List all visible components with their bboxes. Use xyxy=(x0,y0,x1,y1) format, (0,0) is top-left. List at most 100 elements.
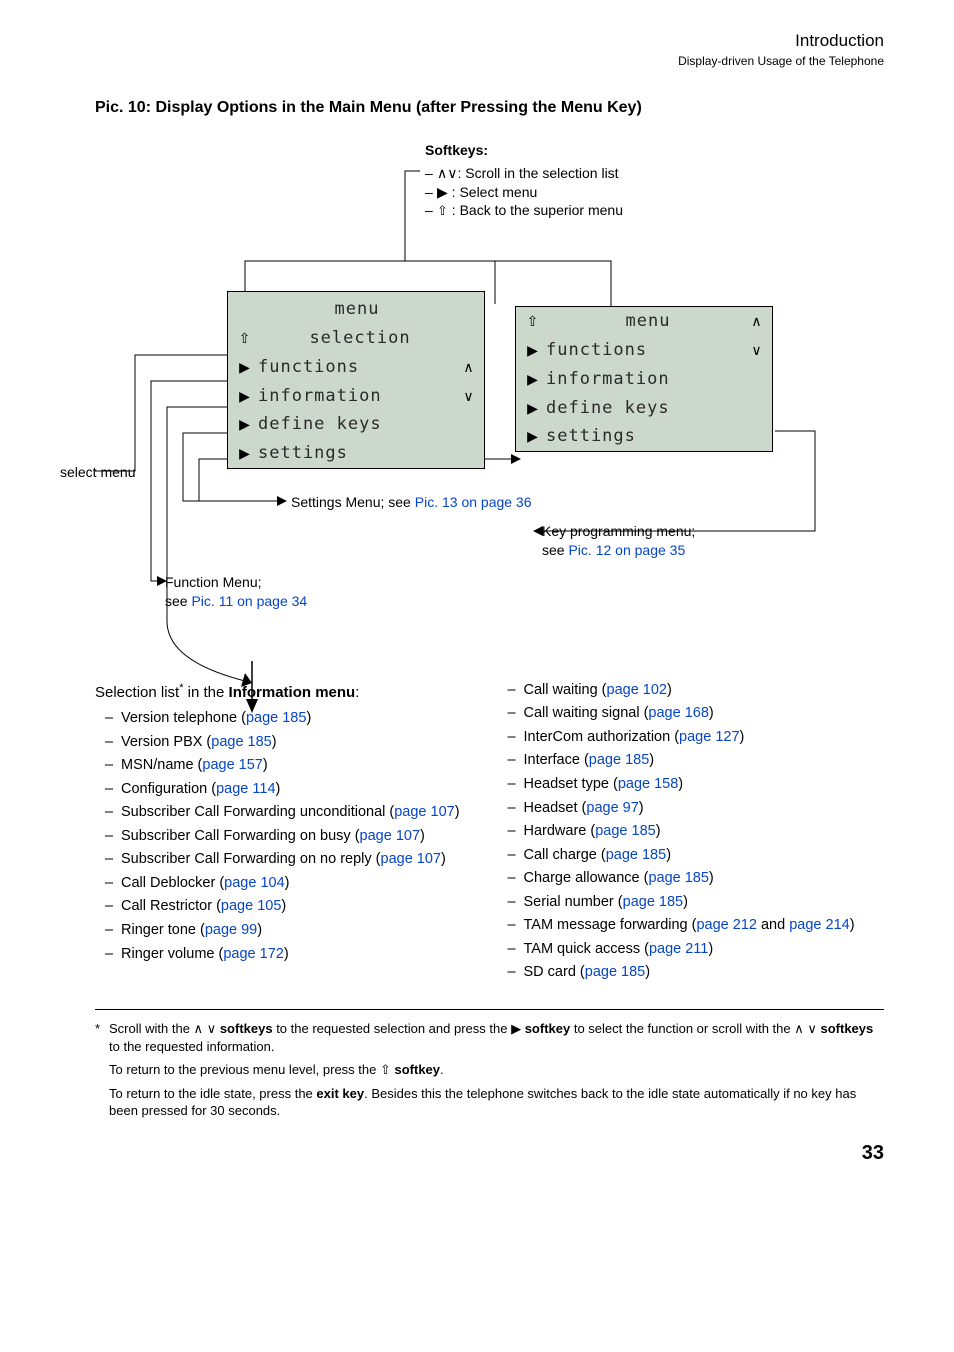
triangle-right-icon: ▶ xyxy=(238,444,252,463)
xref-link[interactable]: Pic. 12 on page 35 xyxy=(568,542,685,558)
xref-link[interactable]: page 185 xyxy=(595,823,655,839)
item-text: Ringer volume ( xyxy=(121,946,223,962)
list-item: Call waiting signal (page 168) xyxy=(498,704,885,724)
item-text: Call waiting signal ( xyxy=(524,705,649,721)
xref-link[interactable]: page 102 xyxy=(607,682,667,698)
xref-link[interactable]: page 212 xyxy=(696,917,756,933)
triangle-right-icon: ▶ xyxy=(511,1021,521,1036)
list-item: Headset type (page 158) xyxy=(498,775,885,795)
item-text: Subscriber Call Forwarding on no reply ( xyxy=(121,851,381,867)
list-item: Configuration (page 114) xyxy=(95,780,482,800)
item-text: ) xyxy=(455,804,460,820)
ft: to select the function or scroll with th… xyxy=(570,1021,794,1036)
xref-link[interactable]: page 157 xyxy=(202,757,262,773)
screen-row: ▶information xyxy=(516,365,772,394)
screen-subheader-row: ⇧ selection xyxy=(228,324,484,353)
list-item: Subscriber Call Forwarding unconditional… xyxy=(95,803,482,823)
item-text: ) xyxy=(276,781,281,797)
list-item: TAM message forwarding (page 212 and pag… xyxy=(498,916,885,936)
item-text: ) xyxy=(740,729,745,745)
row-text: settings xyxy=(252,442,462,465)
xref-link[interactable]: page 105 xyxy=(221,898,281,914)
item-text: Serial number ( xyxy=(524,894,623,910)
ft-bold: softkeys xyxy=(817,1021,873,1036)
xref-link[interactable]: page 185 xyxy=(589,752,649,768)
xref-link[interactable]: page 211 xyxy=(649,941,708,957)
home-icon: ⇧ xyxy=(526,312,540,331)
screen-row: ▶functions∨ xyxy=(516,336,772,365)
function-menu-note: Function Menu; see Pic. 11 on page 34 xyxy=(165,573,307,611)
item-text: Ringer tone ( xyxy=(121,922,205,938)
screen-row: ▶define keys xyxy=(516,394,772,423)
list-item: Hardware (page 185) xyxy=(498,822,885,842)
xref-link[interactable]: page 185 xyxy=(623,894,683,910)
item-text: ) xyxy=(645,964,650,980)
item-text: Subscriber Call Forwarding on busy ( xyxy=(121,828,360,844)
chevron-down-icon: ∨ xyxy=(207,1021,217,1036)
item-text: Version telephone ( xyxy=(121,710,246,726)
triangle-right-icon: ▶ xyxy=(526,370,540,389)
item-text: TAM quick access ( xyxy=(524,941,649,957)
item-text: and xyxy=(757,917,789,933)
note-text: Settings Menu; see xyxy=(291,494,415,510)
info-col-left: Selection list* in the Information menu:… xyxy=(95,681,482,987)
home-icon: ⇧ xyxy=(380,1062,391,1077)
xref-link[interactable]: page 107 xyxy=(381,851,441,867)
ft: To return to the idle state, press the xyxy=(109,1086,316,1101)
chevron-up-icon: ∧ xyxy=(462,358,476,377)
xref-link[interactable]: page 114 xyxy=(216,781,275,797)
item-text: Call Restrictor ( xyxy=(121,898,221,914)
ft-bold: softkey xyxy=(391,1062,440,1077)
xref-link[interactable]: page 185 xyxy=(606,847,666,863)
list-item: Subscriber Call Forwarding on no reply (… xyxy=(95,850,482,870)
item-text: Subscriber Call Forwarding unconditional… xyxy=(121,804,394,820)
ft: . xyxy=(440,1062,444,1077)
item-text: MSN/name ( xyxy=(121,757,202,773)
xref-link[interactable]: page 158 xyxy=(618,776,678,792)
xref-link[interactable]: page 107 xyxy=(394,804,454,820)
xref-link[interactable]: page 127 xyxy=(679,729,739,745)
xref-link[interactable]: page 172 xyxy=(223,946,283,962)
footnote-star: * xyxy=(95,1020,109,1055)
info-list-left: Version telephone (page 185)Version PBX … xyxy=(95,709,482,964)
list-item: Version PBX (page 185) xyxy=(95,733,482,753)
xref-link[interactable]: page 185 xyxy=(246,710,306,726)
xref-link[interactable]: page 185 xyxy=(648,870,708,886)
list-item: Charge allowance (page 185) xyxy=(498,869,885,889)
item-text: ) xyxy=(649,752,654,768)
item-text: ) xyxy=(281,898,286,914)
screen-row: ▶settings xyxy=(228,439,484,468)
page-number: 33 xyxy=(95,1140,884,1167)
item-text: ) xyxy=(656,823,661,839)
xref-link[interactable]: page 99 xyxy=(205,922,257,938)
xref-link[interactable]: page 168 xyxy=(648,705,708,721)
chevron-down-icon: ∨ xyxy=(750,341,764,360)
xref-link[interactable]: page 185 xyxy=(211,734,271,750)
item-text: ) xyxy=(285,875,290,891)
list-item: Interface (page 185) xyxy=(498,751,885,771)
xref-link[interactable]: page 97 xyxy=(586,800,638,816)
xref-link[interactable]: page 185 xyxy=(585,964,645,980)
item-text: Call charge ( xyxy=(524,847,606,863)
item-text: Headset ( xyxy=(524,800,587,816)
xref-link[interactable]: page 214 xyxy=(789,917,849,933)
item-text: ) xyxy=(708,941,713,957)
list-item: Version telephone (page 185) xyxy=(95,709,482,729)
xref-link[interactable]: Pic. 13 on page 36 xyxy=(415,494,532,510)
item-text: ) xyxy=(683,894,688,910)
item-text: InterCom authorization ( xyxy=(524,729,680,745)
item-text: ) xyxy=(441,851,446,867)
footnote-section: * Scroll with the ∧ ∨ softkeys to the re… xyxy=(95,1009,884,1120)
xref-link[interactable]: page 107 xyxy=(360,828,420,844)
item-text: Version PBX ( xyxy=(121,734,211,750)
item-text: Call Deblocker ( xyxy=(121,875,224,891)
screen-row: ▶functions∧ xyxy=(228,353,484,382)
screen-subheader: selection xyxy=(252,327,462,350)
phone-screen-alt: ⇧ menu ∧ ▶functions∨ ▶information ▶defin… xyxy=(515,306,773,453)
chevron-down-icon: ∨ xyxy=(462,387,476,406)
row-text: settings xyxy=(540,425,750,448)
item-text: ) xyxy=(284,946,289,962)
footnote-3: To return to the idle state, press the e… xyxy=(109,1085,884,1120)
xref-link[interactable]: page 104 xyxy=(224,875,284,891)
xref-link[interactable]: Pic. 11 on page 34 xyxy=(191,593,307,609)
